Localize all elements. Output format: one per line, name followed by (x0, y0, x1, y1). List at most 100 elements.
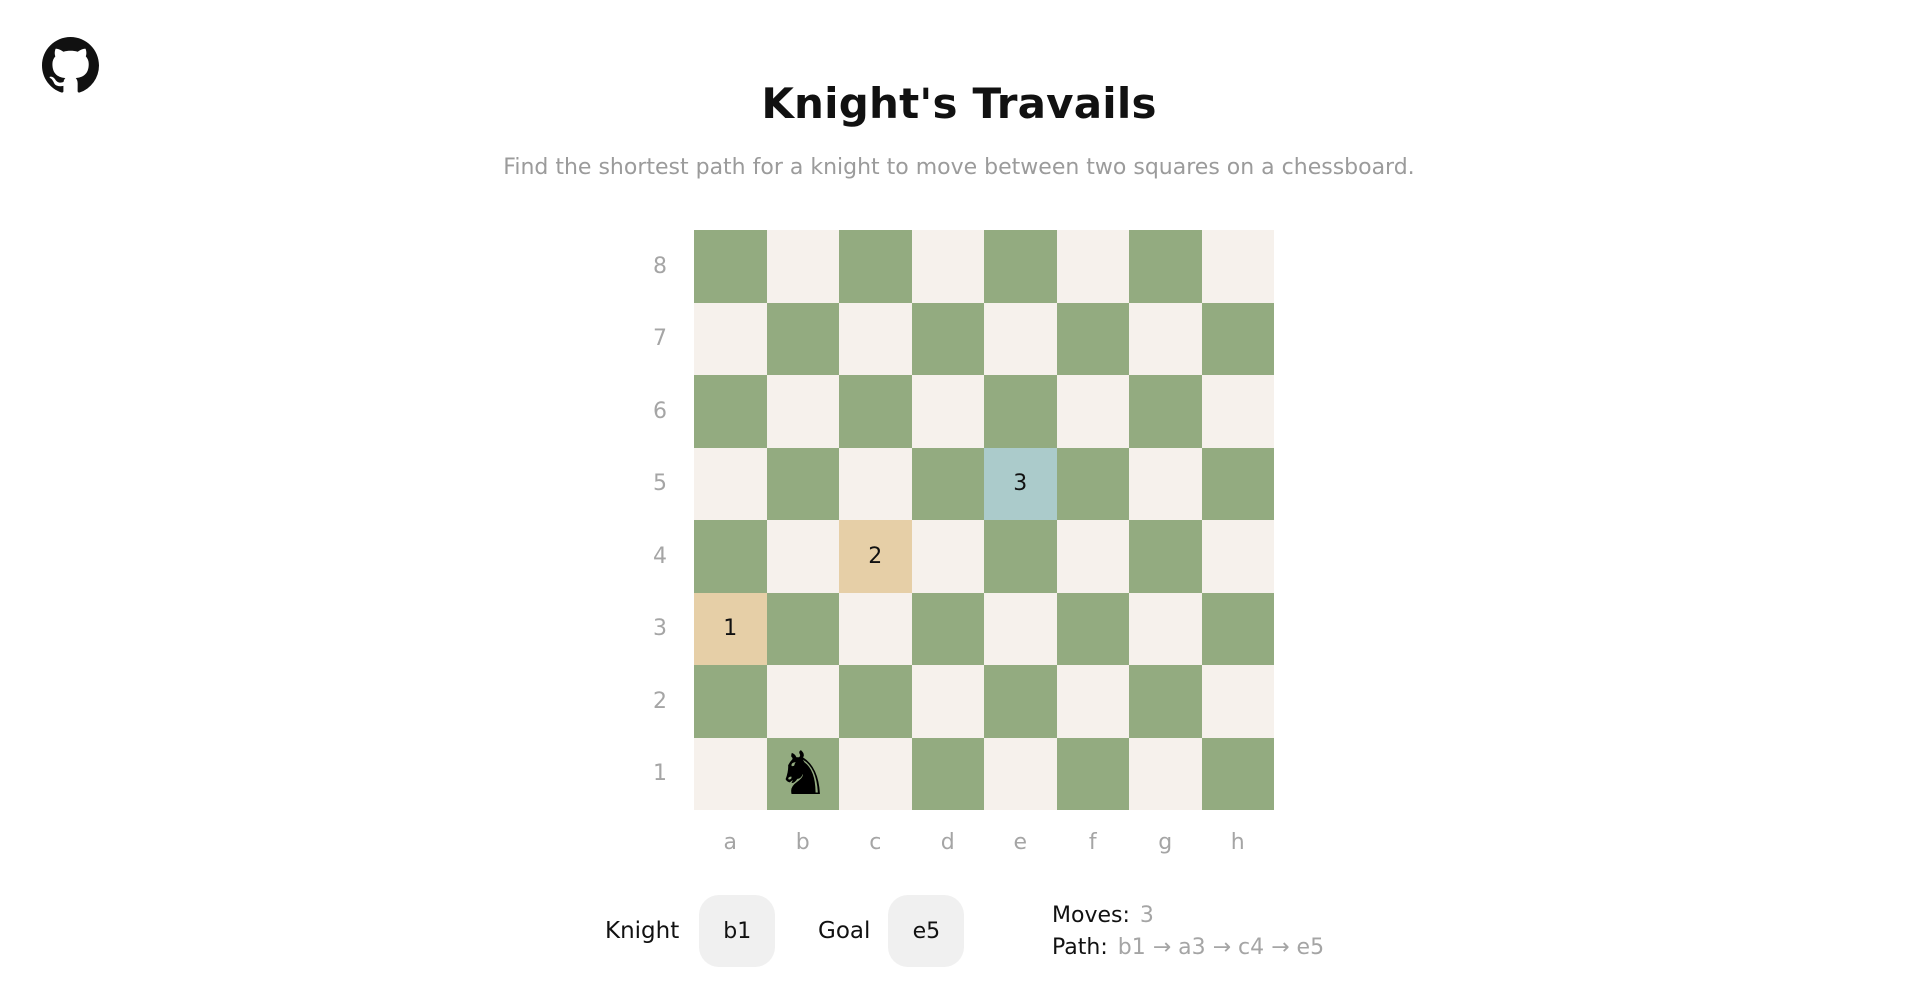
square-e1[interactable] (984, 737, 1057, 810)
knight-control: Knight (605, 895, 776, 967)
file-label-e: e (1013, 829, 1028, 855)
square-b3[interactable] (766, 592, 839, 665)
square-d8[interactable] (911, 230, 984, 303)
square-c1[interactable] (839, 737, 912, 810)
square-c5[interactable] (839, 447, 912, 520)
path-label: Path: (1052, 935, 1108, 960)
square-e4[interactable] (984, 520, 1057, 593)
rank-label-8: 8 (653, 253, 667, 279)
square-f5[interactable] (1056, 447, 1129, 520)
knight-label: Knight (605, 918, 680, 944)
file-labels: a b c d e f g h (694, 824, 1274, 860)
path-step-label: 1 (723, 616, 738, 642)
square-e8[interactable] (984, 230, 1057, 303)
square-a6[interactable] (694, 375, 767, 448)
square-h7[interactable] (1201, 302, 1274, 375)
file-label-b: b (795, 829, 810, 855)
square-h3[interactable] (1201, 592, 1274, 665)
square-a8[interactable] (694, 230, 767, 303)
rank-label-7: 7 (653, 326, 667, 352)
square-d5[interactable] (911, 447, 984, 520)
square-g7[interactable] (1129, 302, 1202, 375)
square-c4[interactable]: 2 (839, 520, 912, 593)
moves-label: Moves: (1052, 903, 1130, 928)
square-e7[interactable] (984, 302, 1057, 375)
square-f8[interactable] (1056, 230, 1129, 303)
square-h1[interactable] (1201, 737, 1274, 810)
square-b4[interactable] (766, 520, 839, 593)
square-d2[interactable] (911, 665, 984, 738)
square-c3[interactable] (839, 592, 912, 665)
square-b7[interactable] (766, 302, 839, 375)
square-g1[interactable] (1129, 737, 1202, 810)
square-b8[interactable] (766, 230, 839, 303)
square-b5[interactable] (766, 447, 839, 520)
path-step-label: 3 (1013, 471, 1028, 497)
file-label-a: a (723, 829, 737, 855)
page-subtitle: Find the shortest path for a knight to m… (503, 155, 1415, 180)
square-g6[interactable] (1129, 375, 1202, 448)
square-e2[interactable] (984, 665, 1057, 738)
goal-position-input[interactable] (888, 895, 965, 967)
moves-row: Moves: 3 (1052, 900, 1324, 932)
path-row: Path: b1 → a3 → c4 → e5 (1052, 932, 1324, 964)
square-g3[interactable] (1129, 592, 1202, 665)
square-g5[interactable] (1129, 447, 1202, 520)
square-b2[interactable] (766, 665, 839, 738)
square-f3[interactable] (1056, 592, 1129, 665)
file-label-d: d (940, 829, 955, 855)
square-a7[interactable] (694, 302, 767, 375)
knight-position-input[interactable] (699, 895, 776, 967)
square-e6[interactable] (984, 375, 1057, 448)
square-h8[interactable] (1201, 230, 1274, 303)
square-b6[interactable] (766, 375, 839, 448)
page: Knight's Travails Find the shortest path… (0, 0, 1918, 993)
moves-value: 3 (1139, 903, 1154, 928)
page-title: Knight's Travails (761, 79, 1157, 128)
square-e3[interactable] (984, 592, 1057, 665)
square-f7[interactable] (1056, 302, 1129, 375)
square-a2[interactable] (694, 665, 767, 738)
square-g4[interactable] (1129, 520, 1202, 593)
path-step-label: 2 (868, 543, 883, 569)
square-c8[interactable] (839, 230, 912, 303)
square-h6[interactable] (1201, 375, 1274, 448)
square-f2[interactable] (1056, 665, 1129, 738)
rank-labels: 8 7 6 5 4 3 2 1 (640, 230, 680, 810)
rank-label-6: 6 (653, 398, 667, 424)
square-c2[interactable] (839, 665, 912, 738)
square-h4[interactable] (1201, 520, 1274, 593)
square-a4[interactable] (694, 520, 767, 593)
square-e5[interactable]: 3 (984, 447, 1057, 520)
file-label-h: h (1230, 829, 1245, 855)
file-label-c: c (869, 829, 882, 855)
square-c7[interactable] (839, 302, 912, 375)
chessboard: 3 2 1 ♞ (694, 230, 1274, 810)
square-h5[interactable] (1201, 447, 1274, 520)
square-f6[interactable] (1056, 375, 1129, 448)
goal-label: Goal (818, 918, 871, 944)
square-d3[interactable] (911, 592, 984, 665)
square-a3[interactable]: 1 (694, 592, 767, 665)
rank-label-5: 5 (653, 471, 667, 497)
square-d7[interactable] (911, 302, 984, 375)
square-g2[interactable] (1129, 665, 1202, 738)
file-label-f: f (1088, 829, 1097, 855)
square-g8[interactable] (1129, 230, 1202, 303)
rank-label-2: 2 (653, 688, 667, 714)
knight-icon[interactable]: ♞ (776, 744, 830, 804)
square-h2[interactable] (1201, 665, 1274, 738)
square-a1[interactable] (694, 737, 767, 810)
square-b1[interactable]: ♞ (766, 737, 839, 810)
square-f4[interactable] (1056, 520, 1129, 593)
square-d4[interactable] (911, 520, 984, 593)
square-a5[interactable] (694, 447, 767, 520)
rank-label-3: 3 (653, 616, 667, 642)
result-panel: Moves: 3 Path: b1 → a3 → c4 → e5 (1052, 900, 1324, 964)
square-f1[interactable] (1056, 737, 1129, 810)
square-c6[interactable] (839, 375, 912, 448)
square-d1[interactable] (911, 737, 984, 810)
rank-label-4: 4 (653, 543, 667, 569)
square-d6[interactable] (911, 375, 984, 448)
rank-label-1: 1 (653, 761, 667, 787)
